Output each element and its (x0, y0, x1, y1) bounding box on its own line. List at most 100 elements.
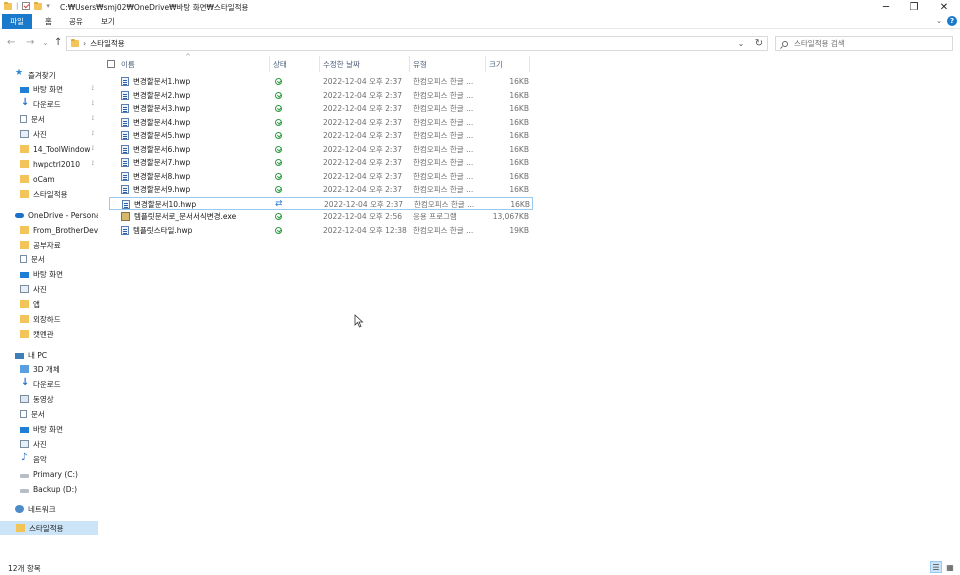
column-divider[interactable] (409, 56, 410, 72)
file-modified: 2022-12-04 오후 2:37 (323, 185, 402, 194)
column-header-status[interactable]: 상태 (273, 56, 319, 72)
sidebar-item[interactable]: 3D 개체 (0, 362, 98, 376)
sidebar-item[interactable]: Backup (D:) (0, 482, 98, 496)
new-folder-icon[interactable] (34, 1, 43, 10)
sidebar-item[interactable]: hwpctrl2010 ⟟ (0, 157, 98, 171)
file-name-cell[interactable]: 변경할문서1.hwp (121, 75, 267, 88)
sidebar-item[interactable]: 바탕 화면 ⟟ (0, 82, 98, 96)
close-button[interactable]: ✕ (930, 0, 958, 14)
hwp-file-icon (121, 225, 129, 235)
back-button[interactable]: ← (7, 37, 15, 48)
sidebar-item-label: 문서 (31, 409, 45, 419)
column-divider[interactable] (319, 56, 320, 72)
qa-dropdown-icon[interactable]: ▾ (46, 2, 50, 10)
sidebar-item[interactable]: 사진 (0, 282, 98, 296)
file-row[interactable]: 변경할문서9.hwp 2022-12-04 오후 2:37 한컴오피스 한글 ...… (109, 183, 533, 196)
sidebar-item[interactable]: 다운로드 ⟟ (0, 97, 98, 111)
sidebar-item[interactable]: 네트워크 (0, 502, 98, 516)
sidebar-item[interactable]: OneDrive - Personal (0, 208, 98, 222)
search-input[interactable]: 스타일적용 검색 (794, 38, 845, 49)
column-header-type[interactable]: 유형 (413, 56, 485, 72)
sidebar-item[interactable]: 공부자료 (0, 238, 98, 252)
file-name-cell[interactable]: 변경할문서4.hwp (121, 116, 267, 129)
column-divider[interactable] (485, 56, 486, 72)
sidebar-item[interactable]: 내 PC (0, 348, 98, 362)
tab-home[interactable]: 홈 (38, 14, 59, 29)
sidebar-item[interactable]: Primary (C:) (0, 467, 98, 481)
sidebar-item[interactable]: 음악 (0, 452, 98, 466)
sidebar-item[interactable]: From_BrotherDevice (0, 223, 98, 237)
sidebar-item[interactable]: 문서 (0, 407, 98, 421)
properties-icon[interactable] (22, 2, 31, 10)
file-row[interactable]: 변경할문서10.hwp ⇄ 2022-12-04 오후 2:37 한컴오피스 한글 .… (109, 196, 533, 211)
details-view-button[interactable]: ☰ (930, 561, 942, 573)
network-icon (15, 505, 24, 513)
up-button[interactable]: ↑ (54, 37, 62, 48)
column-header-name[interactable]: 이름 (121, 56, 269, 72)
file-name-cell[interactable]: 템플릿문서로_문서서식변경.exe (121, 210, 267, 223)
file-row[interactable]: 변경할문서6.hwp 2022-12-04 오후 2:37 한컴오피스 한글 ...… (109, 143, 533, 156)
file-row[interactable]: 변경할문서8.hwp 2022-12-04 오후 2:37 한컴오피스 한글 ...… (109, 170, 533, 183)
file-row[interactable]: 변경할문서3.hwp 2022-12-04 오후 2:37 한컴오피스 한글 ...… (109, 102, 533, 115)
column-divider[interactable] (269, 56, 270, 72)
search-box[interactable]: 스타일적용 검색 (775, 36, 953, 51)
forward-button[interactable]: → (26, 37, 34, 48)
column-header-size[interactable]: 크기 (489, 56, 529, 72)
sidebar-item[interactable]: 바탕 화면 (0, 267, 98, 281)
sidebar-item[interactable]: 캣멘관 (0, 327, 98, 341)
file-name-cell[interactable]: 변경할문서5.hwp (121, 129, 267, 142)
file-row[interactable]: 변경할문서2.hwp 2022-12-04 오후 2:37 한컴오피스 한글 ...… (109, 89, 533, 102)
sidebar-item[interactable]: 14_ToolWindow ⟟ (0, 142, 98, 156)
recent-locations-button[interactable]: ⌄ (42, 38, 49, 47)
sidebar-item[interactable]: 문서 ⟟ (0, 112, 98, 126)
sidebar-item[interactable]: 외장하드 (0, 312, 98, 326)
refresh-button[interactable]: ↻ (752, 36, 766, 51)
address-dropdown-button[interactable]: ⌄ (734, 36, 748, 51)
sidebar-item[interactable]: 앱 (0, 297, 98, 311)
file-name-cell[interactable]: 변경할문서6.hwp (121, 143, 267, 156)
column-divider[interactable] (529, 56, 530, 72)
file-name-cell[interactable]: 변경할문서9.hwp (121, 183, 267, 196)
sidebar-item[interactable]: 즐겨찾기 (0, 68, 98, 82)
file-row[interactable]: 템플릿문서로_문서서식변경.exe 2022-12-04 오후 2:56 응용 프로… (109, 210, 533, 223)
sidebar-item[interactable]: 사진 ⟟ (0, 127, 98, 141)
file-row[interactable]: 템플릿스타일.hwp 2022-12-04 오후 12:38 한컴오피스 한글 ..… (109, 224, 533, 237)
sidebar-item[interactable]: 스타일적용 (0, 521, 98, 535)
large-icons-view-button[interactable]: ▦ (944, 561, 956, 573)
chevron-right-icon[interactable]: › (83, 39, 86, 48)
file-row[interactable]: 변경할문서1.hwp 2022-12-04 오후 2:37 한컴오피스 한글 ...… (109, 75, 533, 88)
pc-icon (15, 352, 24, 359)
sidebar-item[interactable]: 스타일적용 (0, 187, 98, 201)
file-name-cell[interactable]: 변경할문서2.hwp (121, 89, 267, 102)
maximize-button[interactable]: ❐ (900, 0, 928, 14)
file-row[interactable]: 변경할문서7.hwp 2022-12-04 오후 2:37 한컴오피스 한글 ...… (109, 156, 533, 169)
ribbon-expand-icon[interactable]: ⌄ (936, 17, 942, 25)
column-header-modified[interactable]: 수정한 날짜 (323, 56, 409, 72)
folder-icon (20, 226, 29, 234)
help-icon[interactable]: ? (947, 16, 957, 26)
file-name-cell[interactable]: 변경할문서3.hwp (121, 102, 267, 115)
tab-view[interactable]: 보기 (94, 14, 122, 29)
pin-icon: ⟟ (91, 145, 94, 152)
file-name-cell[interactable]: 템플릿스타일.hwp (121, 224, 267, 237)
sidebar-item[interactable]: oCam (0, 172, 98, 186)
file-name-cell[interactable]: 변경할문서7.hwp (121, 156, 267, 169)
sidebar-item[interactable]: 동영상 (0, 392, 98, 406)
address-segment[interactable]: 스타일적용 (90, 38, 125, 49)
tab-share[interactable]: 공유 (62, 14, 90, 29)
sidebar-item[interactable]: 사진 (0, 437, 98, 451)
hwp-file-icon (122, 199, 130, 209)
sidebar-item[interactable]: 다운로드 (0, 377, 98, 391)
file-row[interactable]: 변경할문서4.hwp 2022-12-04 오후 2:37 한컴오피스 한글 ...… (109, 116, 533, 129)
synced-check-icon (275, 159, 282, 166)
select-all-checkbox[interactable] (107, 60, 115, 68)
tab-file[interactable]: 파일 (2, 14, 32, 29)
minimize-button[interactable]: ─ (872, 0, 900, 14)
file-name-cell[interactable]: 변경할문서8.hwp (121, 170, 267, 183)
file-row[interactable]: 변경할문서5.hwp 2022-12-04 오후 2:37 한컴오피스 한글 ...… (109, 129, 533, 142)
sidebar-item[interactable]: 바탕 화면 (0, 422, 98, 436)
navigation-bar: ← → ⌄ ↑ › 스타일적용 ⌄ ↻ 스타일적용 검색 (0, 30, 960, 56)
file-name-cell[interactable]: 변경할문서10.hwp (122, 198, 268, 211)
address-bar[interactable]: › 스타일적용 (66, 36, 768, 51)
sidebar-item[interactable]: 문서 (0, 252, 98, 266)
